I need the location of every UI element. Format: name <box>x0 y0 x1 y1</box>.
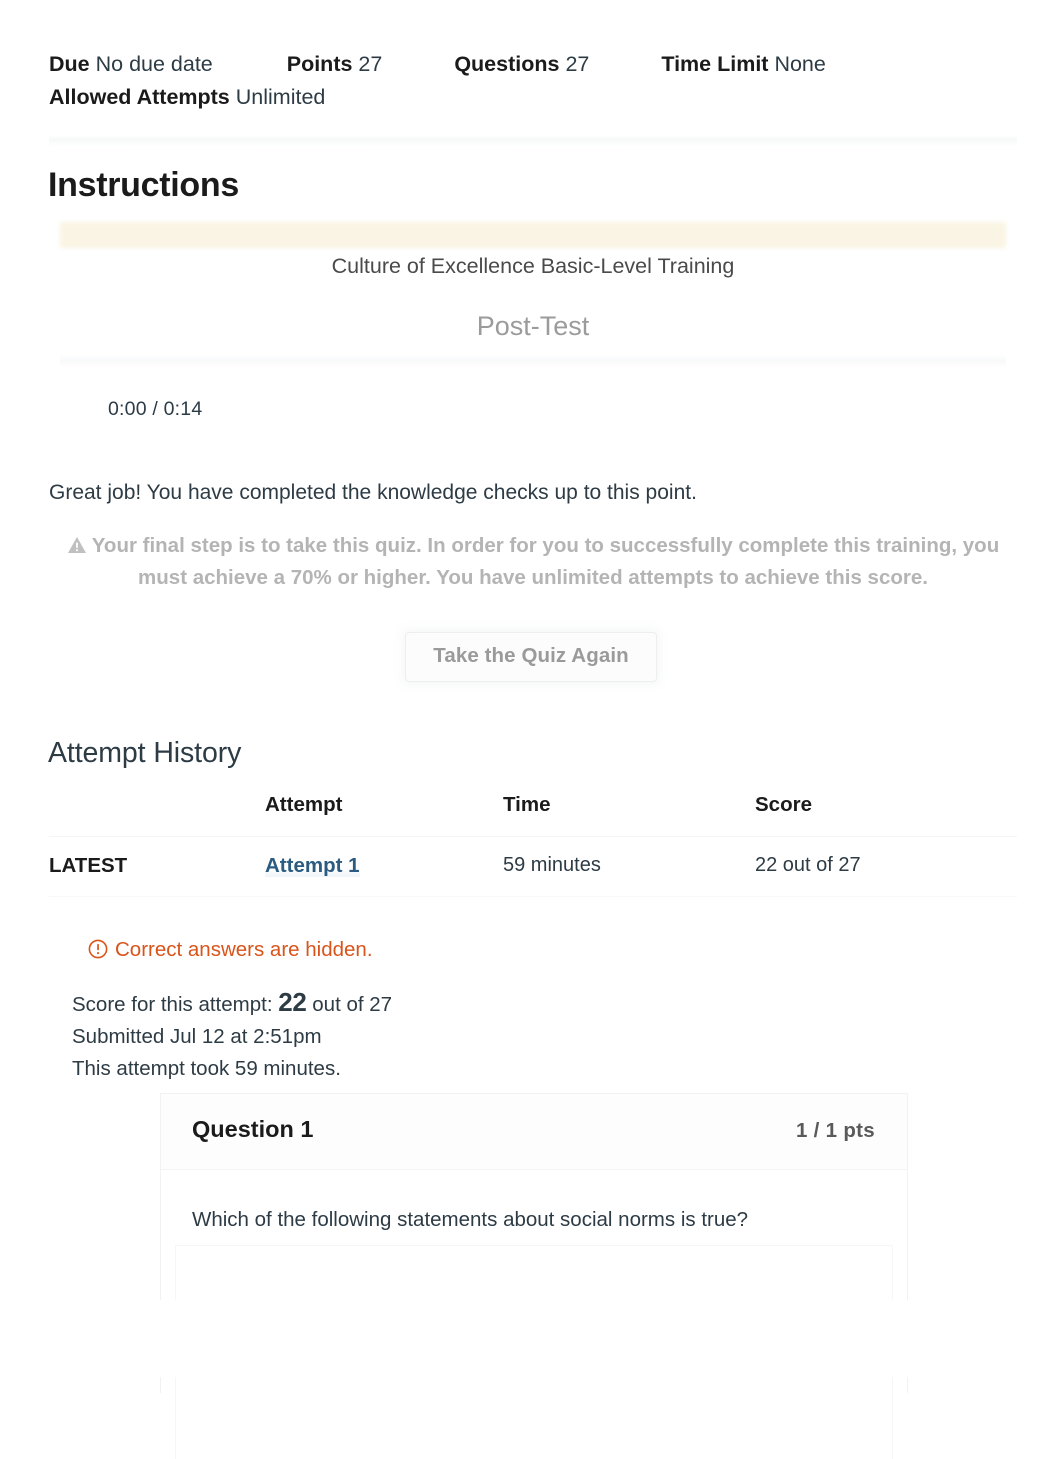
retake-button-wrap: Take the Quiz Again <box>0 632 1062 682</box>
question-header: Question 1 1 / 1 pts <box>161 1094 907 1170</box>
time-limit-label: Time Limit <box>661 52 769 76</box>
score-value: 22 <box>278 987 307 1017</box>
question-points: 1 / 1 pts <box>795 1119 875 1142</box>
attempt-1-link[interactable]: Attempt 1 <box>265 854 360 877</box>
quiz-meta-line-2: Allowed Attempts Unlimited <box>49 81 1017 114</box>
due-label: Due <box>49 52 90 76</box>
question-title: Question 1 <box>192 1116 314 1142</box>
quiz-meta-strip: Due No due date Points 27 Questions 27 T… <box>49 48 1017 124</box>
meta-divider <box>49 135 1017 147</box>
course-title: Culture of Excellence Basic-Level Traini… <box>331 254 735 278</box>
questions-label: Questions <box>454 52 560 76</box>
warning-text: Your final step is to take this quiz. In… <box>91 534 1000 589</box>
media-time-display: 0:00 / 0:14 <box>108 398 203 420</box>
take-the-quiz-again-button[interactable]: Take the Quiz Again <box>405 632 657 682</box>
allowed-attempts-label: Allowed Attempts <box>49 85 230 109</box>
hidden-notice-text: Correct answers are hidden. <box>115 938 373 961</box>
page-bottom-mask <box>0 1300 1062 1377</box>
quiz-requirement-warning: Your final step is to take this quiz. In… <box>49 531 1017 592</box>
instructions-bottom-divider <box>60 354 1006 368</box>
questions-value: 27 <box>565 52 590 76</box>
score-prefix: Score for this attempt: <box>72 993 273 1016</box>
latest-label: LATEST <box>49 854 128 877</box>
course-subtitle: Post-Test <box>476 311 590 341</box>
due-value: No due date <box>95 52 213 76</box>
question-text: Which of the following statements about … <box>192 1208 749 1231</box>
row-time-cell: 59 minutes <box>503 836 755 897</box>
points-label: Points <box>286 52 353 76</box>
column-header-time: Time <box>503 793 755 837</box>
table-header-row: Attempt Time Score <box>49 793 1017 837</box>
submitted-line: Submitted Jul 12 at 2:51pm <box>72 1025 322 1048</box>
instructions-highlight-band <box>60 222 1006 248</box>
table-row: LATEST Attempt 1 59 minutes 22 out of 27 <box>49 836 1017 897</box>
column-header-score: Score <box>755 793 1017 837</box>
attempt-history-heading: Attempt History <box>48 737 242 769</box>
warning-triangle-icon <box>67 533 87 563</box>
row-attempt-cell: Attempt 1 <box>265 836 503 897</box>
quiz-meta-line-1: Due No due date Points 27 Questions 27 T… <box>49 48 1017 81</box>
quiz-results-page: Due No due date Points 27 Questions 27 T… <box>0 0 1062 1459</box>
column-header-attempt: Attempt <box>265 793 503 837</box>
points-value: 27 <box>358 52 383 76</box>
circle-exclamation-icon <box>88 939 108 967</box>
time-limit-value: None <box>774 52 826 76</box>
duration-line: This attempt took 59 minutes. <box>72 1057 341 1080</box>
completion-message: Great job! You have completed the knowle… <box>49 481 697 504</box>
row-latest-badge: LATEST <box>49 836 265 897</box>
attempt-history-table: Attempt Time Score LATEST Attempt 1 59 m… <box>49 793 1017 897</box>
attempt-score-summary: Score for this attempt: 22 out of 27 Sub… <box>72 986 392 1085</box>
instructions-body: Culture of Excellence Basic-Level Traini… <box>49 222 1017 368</box>
column-header-blank <box>49 793 265 837</box>
score-line: Score for this attempt: 22 out of 27 <box>72 986 392 1021</box>
allowed-attempts-value: Unlimited <box>235 85 326 109</box>
instructions-heading: Instructions <box>48 166 239 204</box>
row-score-cell: 22 out of 27 <box>755 836 1017 897</box>
correct-answers-hidden-notice: Correct answers are hidden. <box>88 936 373 967</box>
score-suffix: out of 27 <box>312 993 393 1016</box>
